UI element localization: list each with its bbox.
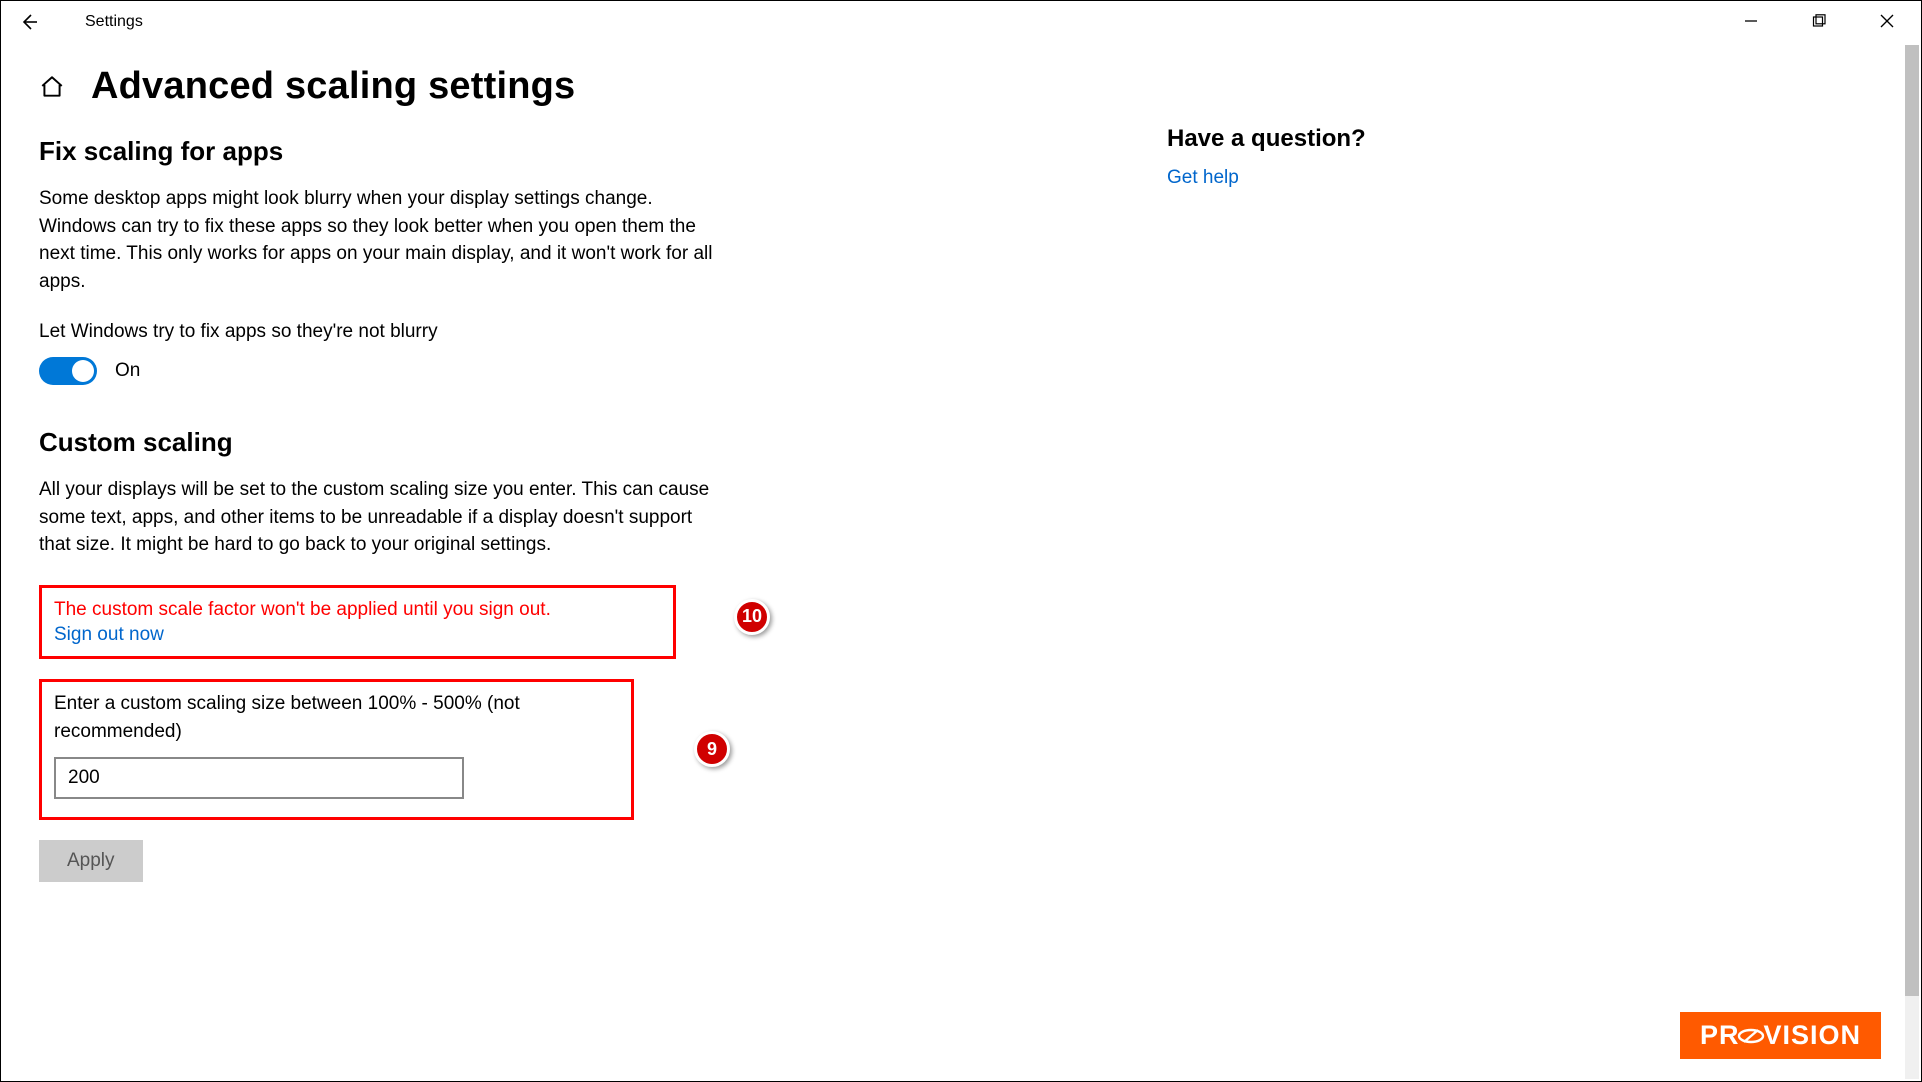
provision-logo: PR VISION bbox=[1680, 1012, 1881, 1059]
apply-button[interactable]: Apply bbox=[39, 840, 143, 882]
signout-warning-box: The custom scale factor won't be applied… bbox=[39, 585, 676, 660]
fix-scaling-description: Some desktop apps might look blurry when… bbox=[39, 185, 719, 295]
annotation-badge-10: 10 bbox=[734, 599, 770, 635]
minimize-button[interactable] bbox=[1717, 1, 1785, 41]
fix-scaling-toggle-row: On bbox=[39, 357, 1129, 385]
home-icon[interactable] bbox=[39, 74, 65, 100]
page-title: Advanced scaling settings bbox=[91, 65, 575, 108]
fix-scaling-toggle-state: On bbox=[115, 360, 140, 382]
signout-link[interactable]: Sign out now bbox=[54, 624, 661, 646]
custom-scale-input-label: Enter a custom scaling size between 100%… bbox=[54, 690, 594, 745]
annotation-badge-9: 9 bbox=[694, 731, 730, 767]
scrollbar-thumb[interactable] bbox=[1905, 45, 1919, 996]
titlebar: Settings bbox=[1, 1, 1921, 43]
custom-scaling-heading: Custom scaling bbox=[39, 427, 1129, 458]
logo-text-pr: PR bbox=[1700, 1020, 1740, 1051]
get-help-link[interactable]: Get help bbox=[1167, 167, 1366, 189]
close-button[interactable] bbox=[1853, 1, 1921, 41]
custom-scaling-description: All your displays will be set to the cus… bbox=[39, 476, 719, 559]
app-title: Settings bbox=[85, 13, 143, 31]
page-header: Advanced scaling settings bbox=[39, 65, 1129, 108]
scrollbar[interactable] bbox=[1905, 45, 1919, 1079]
signout-warning-text: The custom scale factor won't be applied… bbox=[54, 596, 661, 625]
window-controls bbox=[1717, 1, 1921, 41]
back-icon[interactable] bbox=[19, 12, 39, 32]
main-column: Advanced scaling settings Fix scaling fo… bbox=[39, 65, 1129, 882]
logo-text-vision: VISION bbox=[1763, 1020, 1861, 1051]
content: Advanced scaling settings Fix scaling fo… bbox=[1, 43, 1921, 882]
side-column: Have a question? Get help bbox=[1167, 65, 1366, 882]
fix-scaling-heading: Fix scaling for apps bbox=[39, 136, 1129, 167]
fix-scaling-toggle-label: Let Windows try to fix apps so they're n… bbox=[39, 321, 1129, 343]
custom-scale-input[interactable] bbox=[54, 757, 464, 799]
maximize-button[interactable] bbox=[1785, 1, 1853, 41]
custom-scale-input-box: Enter a custom scaling size between 100%… bbox=[39, 679, 634, 820]
fix-scaling-toggle[interactable] bbox=[39, 357, 97, 385]
toggle-knob bbox=[72, 360, 94, 382]
have-a-question-heading: Have a question? bbox=[1167, 125, 1366, 153]
